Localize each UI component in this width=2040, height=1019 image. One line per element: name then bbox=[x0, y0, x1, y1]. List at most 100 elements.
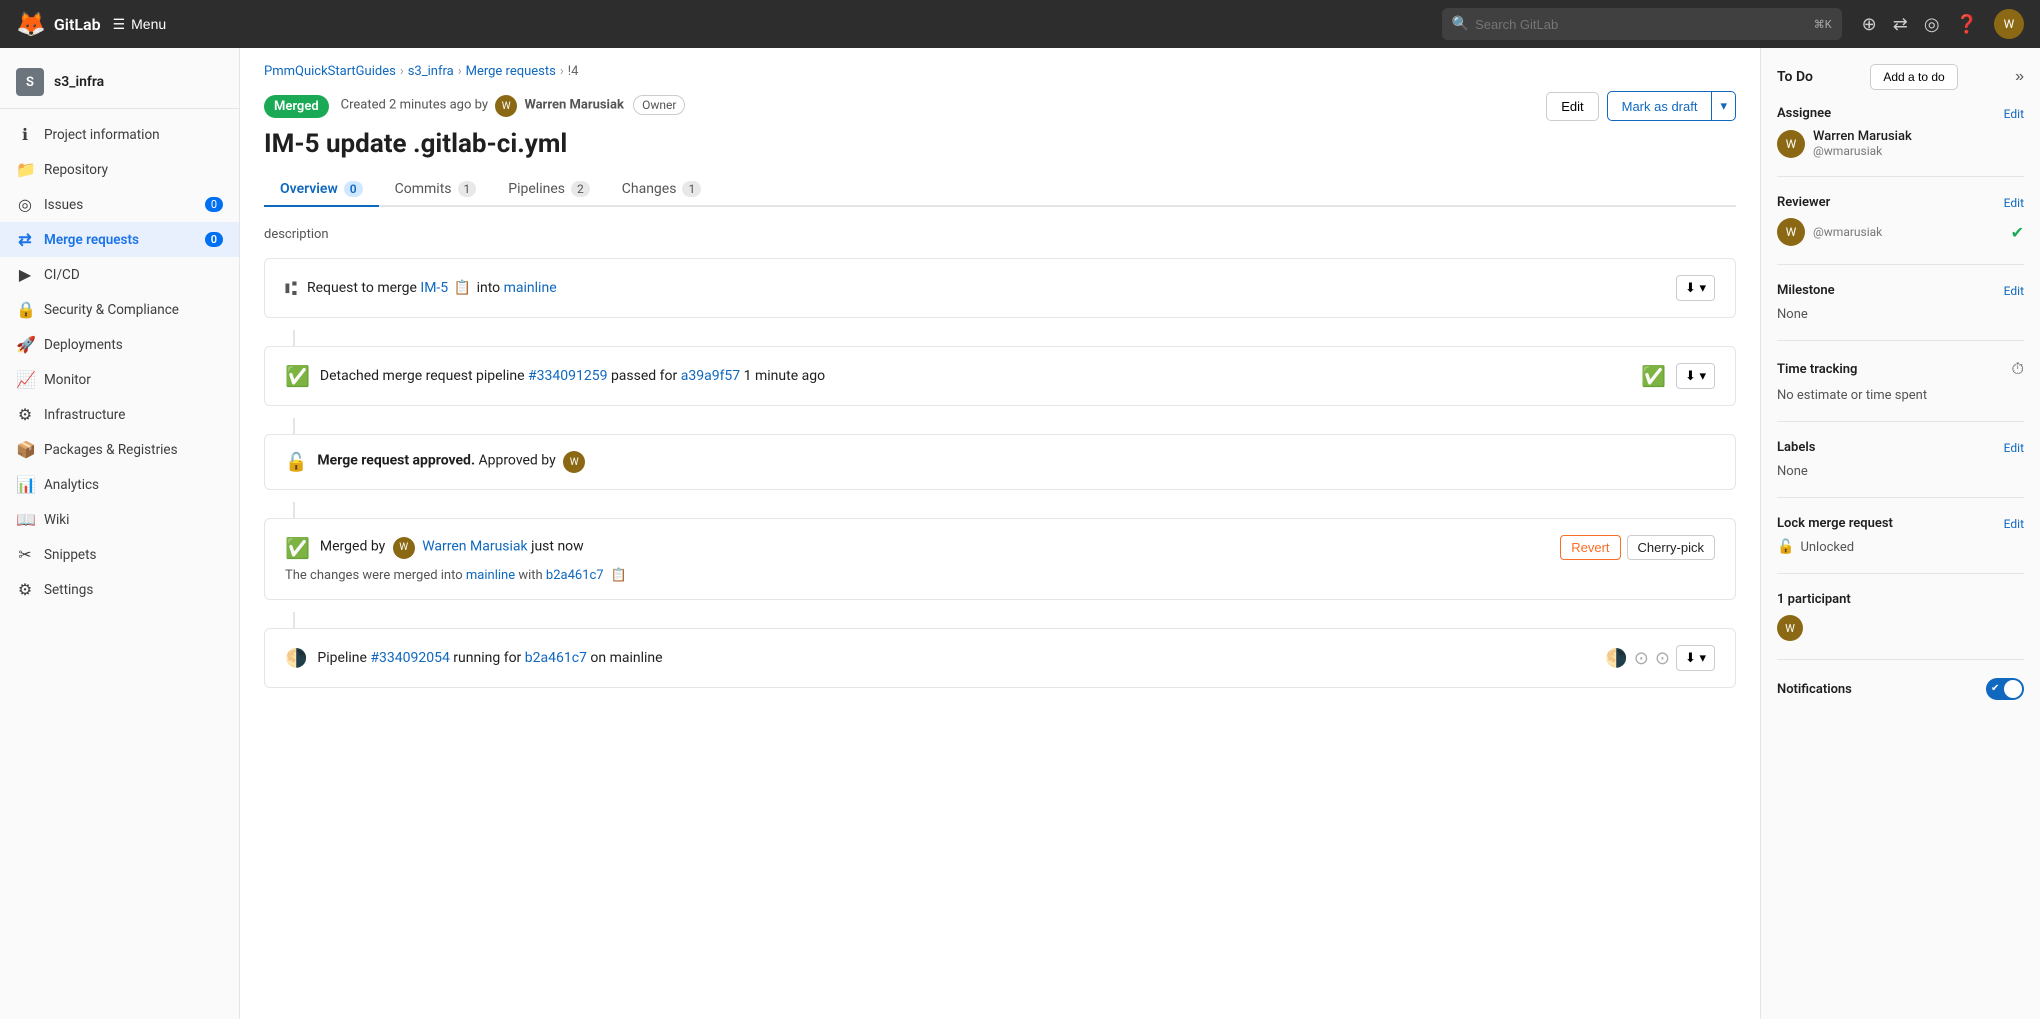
participant-avatar-1[interactable]: W bbox=[1777, 615, 1803, 641]
milestone-edit[interactable]: Edit bbox=[2004, 284, 2024, 298]
sidebar-item-infrastructure[interactable]: ⚙ Infrastructure bbox=[0, 397, 239, 432]
menu-label: Menu bbox=[131, 16, 166, 32]
pipeline-link[interactable]: #334091259 bbox=[528, 368, 607, 384]
sidebar-project-header[interactable]: S s3_infra bbox=[0, 60, 239, 109]
edit-button[interactable]: Edit bbox=[1546, 92, 1598, 121]
mark-draft-button[interactable]: Mark as draft bbox=[1607, 91, 1713, 121]
labels-title: Labels bbox=[1777, 440, 1815, 455]
tab-changes[interactable]: Changes 1 bbox=[606, 173, 717, 207]
reviewer-edit[interactable]: Edit bbox=[2004, 196, 2024, 210]
sidebar-icon-issues: ◎ bbox=[16, 195, 34, 214]
breadcrumb-org[interactable]: PmmQuickStartGuides bbox=[264, 64, 396, 79]
sidebar-item-packages-registries[interactable]: 📦 Packages & Registries bbox=[0, 432, 239, 467]
merger-link[interactable]: Warren Marusiak bbox=[422, 538, 527, 554]
help-icon[interactable]: ❓ bbox=[1956, 14, 1978, 35]
milestone-value: None bbox=[1777, 307, 1808, 322]
breadcrumb-project[interactable]: s3_infra bbox=[408, 64, 454, 79]
merged-branch-link[interactable]: mainline bbox=[466, 568, 515, 583]
assignee-section: Assignee Edit W Warren Marusiak @wmarusi… bbox=[1777, 106, 2024, 177]
download-btn[interactable]: ⬇ ▾ bbox=[1676, 275, 1715, 301]
toggle-check-icon: ✔ bbox=[1991, 683, 1999, 694]
pipeline-download-btn[interactable]: ⬇ ▾ bbox=[1676, 363, 1715, 389]
mr-meta: Created 2 minutes ago by W Warren Marusi… bbox=[341, 95, 686, 117]
labels-edit[interactable]: Edit bbox=[2004, 441, 2024, 455]
notifications-title: Notifications bbox=[1777, 682, 1852, 697]
left-sidebar: S s3_infra ℹ Project information 📁 Repos… bbox=[0, 48, 240, 1019]
sidebar-label-settings: Settings bbox=[44, 582, 93, 598]
reviewer-avatar: W bbox=[1777, 218, 1805, 246]
commit-link[interactable]: a39a9f57 bbox=[681, 368, 740, 384]
brand-logo[interactable]: 🦊 GitLab bbox=[16, 10, 101, 38]
cherry-pick-button[interactable]: Cherry-pick bbox=[1627, 535, 1715, 560]
time-tracking-icon[interactable]: ⏱ bbox=[2012, 359, 2024, 379]
connector-1 bbox=[293, 330, 295, 346]
lock-row: 🔓 Unlocked bbox=[1777, 539, 2024, 555]
sidebar-item-deployments[interactable]: 🚀 Deployments bbox=[0, 327, 239, 362]
copy-commit-icon[interactable]: 📋 bbox=[611, 568, 627, 583]
lock-edit[interactable]: Edit bbox=[2004, 517, 2024, 531]
sidebar-label-monitor: Monitor bbox=[44, 372, 91, 388]
sidebar-item-monitor[interactable]: 📈 Monitor bbox=[0, 362, 239, 397]
merged-card: ✅ Merged by W Warren Marusiak just now R… bbox=[264, 518, 1736, 600]
search-bar[interactable]: 🔍 ⌘K bbox=[1442, 8, 1842, 40]
merged-icon: ✅ bbox=[285, 536, 310, 560]
pipeline-row: ✅ Detached merge request pipeline #33409… bbox=[285, 363, 1715, 389]
branch-from-link[interactable]: IM-5 bbox=[420, 280, 448, 296]
mr-tabs: Overview 0 Commits 1 Pipelines 2 Changes… bbox=[264, 173, 1736, 207]
search-input[interactable] bbox=[1475, 17, 1814, 32]
pipeline-running-actions: 🌗 ⊙ ⊙ ⬇ ▾ bbox=[1605, 645, 1715, 671]
merged-actions: Revert Cherry-pick bbox=[1560, 535, 1715, 560]
sidebar-icon-wiki: 📖 bbox=[16, 510, 34, 529]
assignee-edit[interactable]: Edit bbox=[2004, 107, 2024, 121]
pipeline-status-icon: ✅ bbox=[1641, 364, 1666, 388]
sidebar-item-snippets[interactable]: ✂ Snippets bbox=[0, 537, 239, 572]
create-icon[interactable]: ⊕ bbox=[1862, 14, 1877, 35]
sidebar-item-project-information[interactable]: ℹ Project information bbox=[0, 117, 239, 152]
pipeline-running-link[interactable]: #334092054 bbox=[370, 650, 449, 666]
notifications-section: Notifications ✔ bbox=[1777, 678, 2024, 718]
sidebar-label-snippets: Snippets bbox=[44, 547, 96, 563]
avatar[interactable]: W bbox=[1994, 9, 2024, 39]
branch-to-link[interactable]: mainline bbox=[504, 280, 557, 296]
connector-3 bbox=[293, 502, 295, 518]
sidebar-item-settings[interactable]: ⚙ Settings bbox=[0, 572, 239, 607]
right-sidebar: To Do Add a to do » Assignee Edit W Warr… bbox=[1760, 48, 2040, 1019]
expand-button[interactable]: » bbox=[2015, 68, 2024, 86]
sidebar-item-wiki[interactable]: 📖 Wiki bbox=[0, 502, 239, 537]
sidebar-item-issues[interactable]: ◎ Issues 0 bbox=[0, 187, 239, 222]
time-tracking-title: Time tracking bbox=[1777, 362, 1857, 377]
revert-button[interactable]: Revert bbox=[1560, 535, 1620, 560]
sidebar-label-repository: Repository bbox=[44, 162, 108, 178]
tab-pipelines[interactable]: Pipelines 2 bbox=[492, 173, 605, 207]
lock-title: Lock merge request bbox=[1777, 516, 1893, 531]
sidebar-icon-settings: ⚙ bbox=[16, 580, 34, 599]
running-commit-link[interactable]: b2a461c7 bbox=[525, 650, 587, 666]
tab-overview[interactable]: Overview 0 bbox=[264, 173, 379, 207]
add-todo-button[interactable]: Add a to do bbox=[1870, 64, 1957, 90]
lock-section: Lock merge request Edit 🔓 Unlocked bbox=[1777, 516, 2024, 574]
breadcrumb-mr[interactable]: Merge requests bbox=[466, 64, 556, 79]
merge-requests-nav-icon[interactable]: ⇄ bbox=[1893, 14, 1908, 35]
mr-header: Merged Created 2 minutes ago by W Warren… bbox=[264, 91, 1736, 121]
merged-commit-link[interactable]: b2a461c7 bbox=[546, 568, 604, 583]
issues-nav-icon[interactable]: ◎ bbox=[1924, 14, 1940, 35]
sidebar-item-repository[interactable]: 📁 Repository bbox=[0, 152, 239, 187]
notifications-toggle[interactable]: ✔ bbox=[1986, 678, 2024, 700]
gitlab-icon: 🦊 bbox=[16, 10, 46, 38]
sidebar-item-cicd[interactable]: ▶ CI/CD bbox=[0, 257, 239, 292]
menu-button[interactable]: ☰ Menu bbox=[113, 16, 167, 33]
grey-icon-1: ⊙ bbox=[1634, 648, 1649, 669]
reviewer-row: W @wmarusiak ✔ bbox=[1777, 218, 2024, 246]
badge-merge-requests: 0 bbox=[205, 232, 223, 247]
sidebar-label-wiki: Wiki bbox=[44, 512, 69, 528]
sidebar-item-analytics[interactable]: 📊 Analytics bbox=[0, 467, 239, 502]
top-navigation: 🦊 GitLab ☰ Menu 🔍 ⌘K ⊕ ⇄ ◎ ❓ W bbox=[0, 0, 2040, 48]
sidebar-icon-merge-requests: ⇄ bbox=[16, 230, 34, 249]
mr-actions: Edit Mark as draft ▾ bbox=[1546, 91, 1736, 121]
sidebar-item-security-compliance[interactable]: 🔒 Security & Compliance bbox=[0, 292, 239, 327]
author-avatar: W bbox=[495, 95, 517, 117]
running-download-btn[interactable]: ⬇ ▾ bbox=[1676, 645, 1715, 671]
draft-dropdown-button[interactable]: ▾ bbox=[1712, 91, 1736, 121]
sidebar-item-merge-requests[interactable]: ⇄ Merge requests 0 bbox=[0, 222, 239, 257]
tab-commits[interactable]: Commits 1 bbox=[379, 173, 493, 207]
